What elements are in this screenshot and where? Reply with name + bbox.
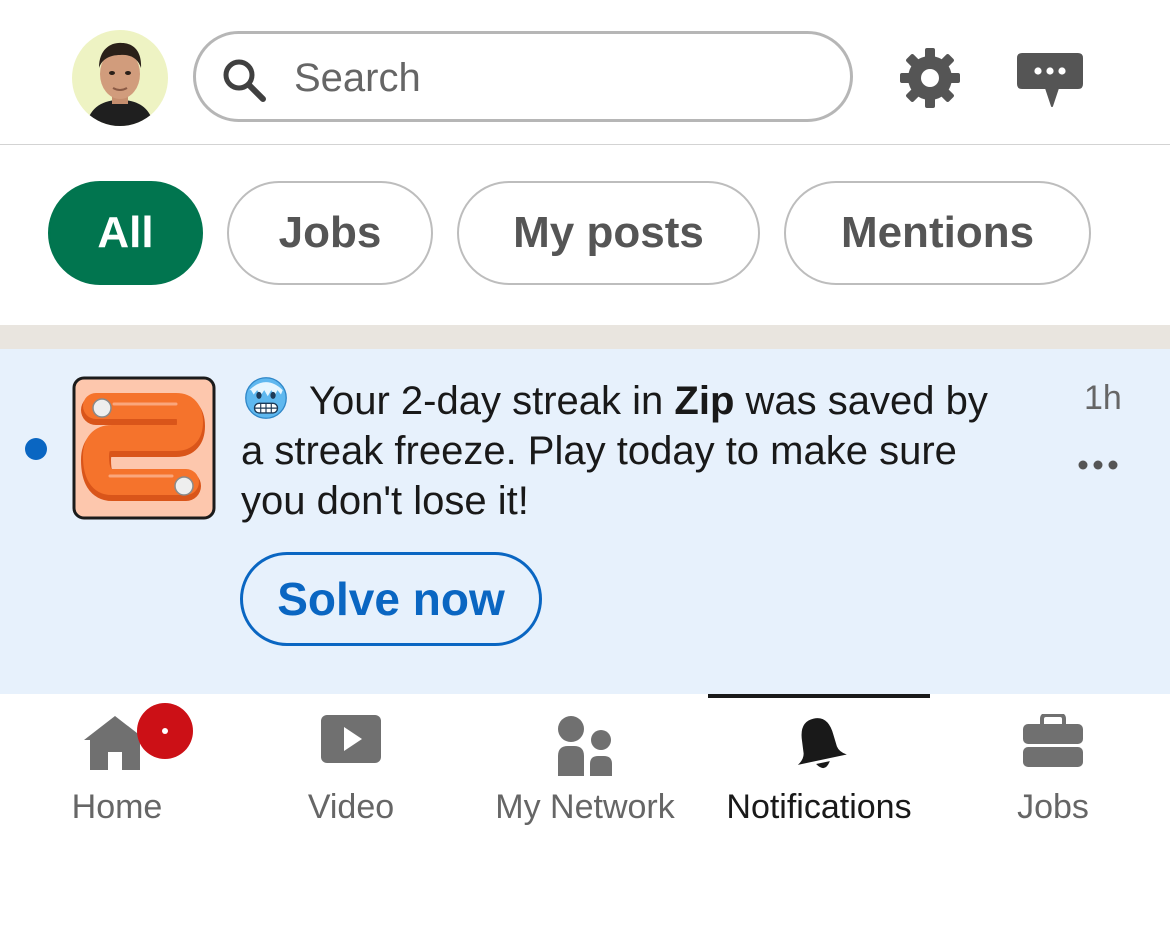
briefcase-icon — [1023, 714, 1083, 767]
avatar-image — [72, 30, 168, 126]
nav-my-network[interactable]: My Network — [468, 694, 702, 844]
top-bar — [0, 0, 1170, 145]
nav-home-label: Home — [71, 788, 163, 826]
my-network-icon — [558, 716, 612, 776]
nav-my-network-label: My Network — [495, 788, 675, 826]
notification-filters: All Jobs My posts Mentions — [0, 145, 1170, 325]
home-notification-badge — [137, 703, 193, 759]
bottom-navigation: Home Video My Network Notifications Jobs — [0, 694, 1170, 932]
notification-card[interactable]: Your 2-day streak in Zip was saved by a … — [0, 349, 1170, 694]
filter-my-posts[interactable]: My posts — [457, 181, 760, 285]
solve-now-button[interactable]: Solve now — [240, 552, 542, 646]
nav-jobs[interactable]: Jobs — [936, 694, 1170, 844]
filter-jobs[interactable]: Jobs — [227, 181, 433, 285]
section-divider — [0, 325, 1170, 349]
more-options-icon[interactable] — [1077, 457, 1119, 473]
nav-jobs-label: Jobs — [1017, 788, 1089, 826]
search-bar[interactable] — [193, 31, 853, 122]
freezing-face-icon — [245, 377, 287, 419]
video-icon — [321, 715, 381, 763]
settings-gear-icon[interactable] — [898, 46, 962, 110]
search-icon — [223, 59, 266, 102]
nav-notifications[interactable]: Notifications — [702, 694, 936, 844]
search-input[interactable] — [294, 52, 814, 104]
avatar[interactable] — [72, 30, 168, 126]
nav-video[interactable]: Video — [234, 694, 468, 844]
nav-video-label: Video — [307, 788, 395, 826]
filter-mentions[interactable]: Mentions — [784, 181, 1091, 285]
unread-dot — [25, 438, 47, 460]
message-text-before: Your 2-day streak in — [309, 379, 675, 423]
bell-icon — [797, 718, 847, 768]
messaging-icon[interactable] — [1016, 48, 1084, 110]
filter-all[interactable]: All — [48, 181, 203, 285]
zip-game-logo — [72, 376, 216, 520]
nav-notifications-label: Notifications — [726, 788, 912, 826]
nav-home[interactable]: Home — [0, 694, 234, 844]
notification-time: 1h — [1084, 379, 1122, 417]
notification-message: Your 2-day streak in Zip was saved by a … — [241, 376, 1021, 526]
message-app-name: Zip — [674, 379, 735, 423]
